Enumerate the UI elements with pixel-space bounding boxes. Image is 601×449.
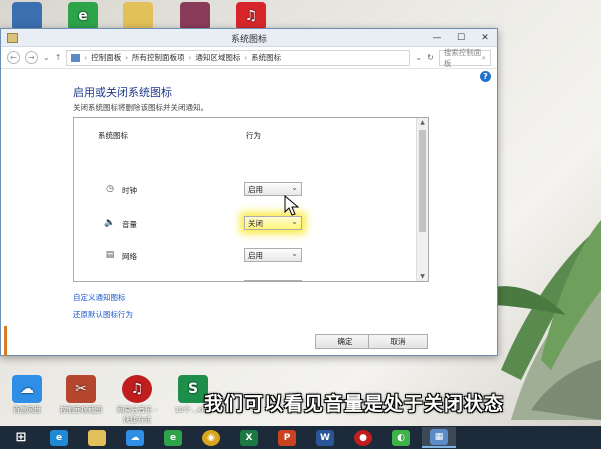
- scroll-down-icon[interactable]: ▼: [417, 273, 428, 280]
- taskbar-control-panel[interactable]: ▦: [422, 427, 456, 448]
- select-value: 启用: [248, 185, 263, 194]
- search-placeholder: 搜索控制面板: [443, 47, 482, 68]
- desktop-icon-screenshot[interactable]: ✂ 控制面板截图: [58, 375, 104, 415]
- cloud-icon: ☁: [12, 375, 42, 403]
- app-icon: ✂: [66, 375, 96, 403]
- clock-icon: ◷: [106, 184, 114, 194]
- list-item: ◷ 时钟 启用 ⌄: [74, 181, 414, 199]
- taskbar-wechat[interactable]: ◐: [384, 427, 418, 448]
- video-subtitle: 我们可以看见音量是处于关闭状态: [204, 393, 505, 415]
- desktop-icon-label: 控制面板截图: [60, 406, 102, 414]
- taskbar-word[interactable]: W: [308, 427, 342, 448]
- control-panel-crumb-icon: [71, 53, 81, 62]
- chevron-down-icon: ⌄: [291, 281, 298, 282]
- maximize-button[interactable]: ☐: [449, 29, 473, 47]
- breadcrumb-item[interactable]: 所有控制面板项: [132, 52, 185, 63]
- title-bar: 系统图标 — ☐ ✕: [1, 29, 497, 47]
- chevron-down-icon: ⌄: [291, 249, 298, 258]
- taskbar-baidu-netdisk[interactable]: ☁: [118, 427, 152, 448]
- ie-icon: e: [50, 429, 68, 446]
- music-icon: ●: [354, 429, 372, 446]
- control-panel-icon: ▦: [430, 428, 448, 445]
- desktop-icon-baidu-netdisk[interactable]: ☁ 百度网盘: [4, 375, 50, 415]
- mouse-cursor-icon: [284, 195, 300, 216]
- address-bar: ← → ⌄ ↑ › 控制面板 › 所有控制面板项 › 通知区域图标 › 系统图标…: [1, 47, 497, 69]
- behavior-select[interactable]: 启用 ⌄: [244, 248, 302, 262]
- forward-arrow-icon[interactable]: →: [25, 51, 38, 64]
- breadcrumb[interactable]: › 控制面板 › 所有控制面板项 › 通知区域图标 › 系统图标: [66, 49, 411, 66]
- taskbar-powerpoint[interactable]: P: [270, 427, 304, 448]
- behavior-select[interactable]: 关闭 ⌄: [244, 216, 302, 230]
- folder-icon: [88, 429, 106, 446]
- desktop-icon-label: 网易云音乐 - 快捷方式: [117, 406, 157, 424]
- select-value: 关闭: [248, 219, 263, 228]
- item-name: 时钟: [122, 186, 137, 195]
- page-description: 关闭系统图标将删除该图标并关闭通知。: [73, 103, 208, 112]
- scroll-up-icon[interactable]: ▲: [417, 119, 428, 126]
- chevron-down-icon: ⌄: [291, 183, 298, 192]
- up-arrow-icon[interactable]: ↑: [55, 53, 62, 62]
- help-icon[interactable]: ?: [480, 71, 491, 82]
- item-name: 音量: [122, 220, 137, 229]
- browser-icon: e: [164, 429, 182, 446]
- customize-notification-icons-link[interactable]: 自定义通知图标: [73, 292, 126, 303]
- taskbar-excel[interactable]: X: [232, 427, 266, 448]
- system-icons-window: 系统图标 — ☐ ✕ ← → ⌄ ↑ › 控制面板 › 所有控制面板项 › 通知…: [0, 28, 498, 356]
- desktop-icon-label: 百度网盘: [13, 406, 41, 414]
- taskbar-netease[interactable]: ●: [346, 427, 380, 448]
- desktop-icon-netease-shortcut[interactable]: ♫ 网易云音乐 - 快捷方式: [114, 375, 160, 425]
- close-button[interactable]: ✕: [473, 29, 497, 47]
- excel-icon: X: [240, 429, 258, 446]
- ok-button[interactable]: 确定: [315, 334, 375, 349]
- search-input[interactable]: 搜索控制面板 ⌕: [438, 47, 491, 68]
- list-item: 🔈 音量 关闭 ⌄: [74, 215, 414, 233]
- list-item: ▤ 网络 启用 ⌄: [74, 247, 414, 265]
- taskbar-chrome[interactable]: ◉: [194, 427, 228, 448]
- behavior-select[interactable]: 启用 ⌄: [244, 280, 302, 282]
- start-button[interactable]: ⊞: [4, 427, 38, 448]
- word-icon: W: [316, 429, 334, 446]
- network-icon: ▤: [105, 250, 115, 260]
- refresh-icon[interactable]: ↻: [427, 53, 434, 62]
- chrome-icon: ◉: [202, 429, 220, 446]
- scrollbar-thumb[interactable]: [419, 130, 426, 232]
- behavior-select[interactable]: 启用 ⌄: [244, 182, 302, 196]
- taskbar-explorer[interactable]: [80, 427, 114, 448]
- cloud-icon: ☁: [126, 429, 144, 446]
- wechat-icon: ◐: [392, 429, 410, 446]
- back-arrow-icon[interactable]: ←: [7, 51, 20, 64]
- volume-icon: 🔈: [104, 218, 116, 228]
- breadcrumb-item[interactable]: 通知区域图标: [195, 52, 240, 63]
- window-title: 系统图标: [230, 35, 267, 45]
- breadcrumb-item[interactable]: 系统图标: [251, 52, 281, 63]
- address-dropdown-icon[interactable]: ⌄: [415, 53, 422, 62]
- system-icons-list: 系统图标 行为 ◷ 时钟 启用 ⌄ 🔈 音量 关闭 ⌄ ▤ 网络 启用 ⌄ ▲ …: [73, 117, 429, 282]
- page-title: 启用或关闭系统图标: [73, 86, 172, 99]
- list-item: ▭ 电源 启用 ⌄: [74, 279, 414, 282]
- powerpoint-icon: P: [278, 429, 296, 446]
- search-icon: ⌕: [481, 52, 486, 62]
- chevron-down-icon: ⌄: [291, 217, 298, 226]
- window-edge-marker: [4, 326, 7, 356]
- column-header-behavior: 行为: [246, 131, 261, 140]
- music-icon: ♫: [122, 375, 152, 403]
- select-value: 启用: [248, 251, 263, 260]
- breadcrumb-item[interactable]: 控制面板: [91, 52, 121, 63]
- history-chevron-icon[interactable]: ⌄: [43, 53, 50, 62]
- column-header-icon: 系统图标: [98, 131, 128, 140]
- restore-default-behavior-link[interactable]: 还原默认图标行为: [73, 309, 133, 320]
- scrollbar[interactable]: ▲ ▼: [416, 118, 428, 281]
- taskbar-360-browser[interactable]: e: [156, 427, 190, 448]
- cancel-button[interactable]: 取消: [368, 334, 428, 349]
- item-name: 网络: [122, 252, 137, 261]
- minimize-button[interactable]: —: [425, 29, 449, 47]
- taskbar: ⊞ e ☁ e ◉ X P W ● ◐ ▦: [0, 426, 601, 449]
- taskbar-ie[interactable]: e: [42, 427, 76, 448]
- windows-logo-icon: ⊞: [15, 430, 27, 445]
